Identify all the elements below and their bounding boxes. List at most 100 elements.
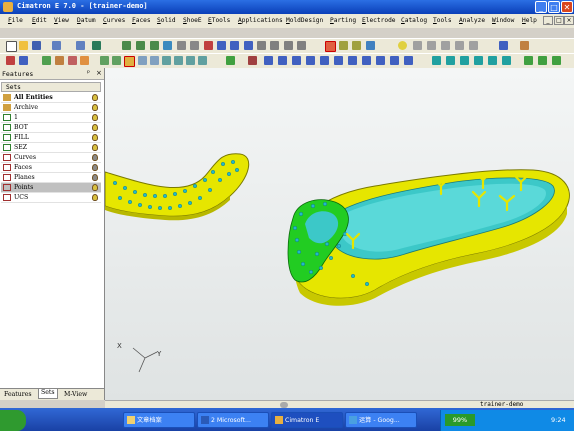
set-row-sez[interactable]: SEZ	[1, 143, 101, 153]
pin-icon[interactable]: ᵖ	[87, 69, 90, 77]
menu-tools[interactable]: Tools	[433, 17, 452, 24]
curve-extend-icon[interactable]	[362, 56, 371, 65]
circle-icon[interactable]	[138, 56, 147, 65]
menu-electrode[interactable]: Electrode	[362, 17, 396, 24]
set-row-bot[interactable]: BOT	[1, 123, 101, 133]
new-file-icon[interactable]	[6, 41, 17, 52]
menu-edit[interactable]: Edit	[32, 17, 47, 24]
fillet-icon[interactable]	[174, 56, 183, 65]
mdi-close-button[interactable]: ×	[564, 16, 574, 25]
minimize-button[interactable]: _	[535, 1, 547, 13]
zoom-all-icon[interactable]	[136, 41, 145, 50]
shell-icon[interactable]	[552, 56, 561, 65]
visibility-bulb-icon[interactable]	[92, 114, 98, 121]
zoom-icon[interactable]	[163, 41, 172, 50]
set-row-ucs[interactable]: UCS	[1, 193, 101, 203]
menu-solid[interactable]: Solid	[157, 17, 176, 24]
menu-shoee[interactable]: ShoeE	[183, 17, 202, 24]
menu-file[interactable]: File	[8, 17, 23, 24]
filter-icon[interactable]	[469, 41, 478, 50]
open-folder-icon[interactable]	[19, 41, 28, 50]
check-icon[interactable]	[226, 56, 235, 65]
set-row-1[interactable]: 1	[1, 113, 101, 123]
select-icon[interactable]	[6, 56, 15, 65]
filter-icon[interactable]	[55, 56, 64, 65]
revolve-icon[interactable]	[460, 56, 469, 65]
visibility-bulb-icon[interactable]	[92, 94, 98, 101]
glasses-icon[interactable]	[92, 41, 101, 50]
undo-icon[interactable]	[52, 41, 61, 50]
visibility-bulb-icon[interactable]	[92, 134, 98, 141]
curve-line-icon[interactable]	[278, 56, 287, 65]
set-row-points[interactable]: Points	[1, 183, 101, 193]
save-icon[interactable]	[32, 41, 41, 50]
menu-catalog[interactable]: Catalog	[401, 17, 427, 24]
color-icon[interactable]	[499, 41, 508, 50]
start-button[interactable]	[0, 410, 26, 431]
app-icon[interactable]	[3, 2, 13, 12]
set-row-archive[interactable]: Archive	[1, 103, 101, 113]
tab-m-view[interactable]: M-View	[62, 391, 89, 398]
section-icon[interactable]	[325, 41, 336, 52]
close-button[interactable]: ✕	[561, 1, 573, 13]
visibility-bulb-icon[interactable]	[92, 164, 98, 171]
tab-sets[interactable]: Sets	[38, 389, 58, 399]
pan-icon[interactable]	[150, 41, 159, 50]
set-row-curves[interactable]: Curves	[1, 153, 101, 163]
view-side-icon[interactable]	[230, 41, 239, 50]
menu-analyze[interactable]: Analyze	[459, 17, 485, 24]
set-row-faces[interactable]: Faces	[1, 163, 101, 173]
rotate-icon[interactable]	[177, 41, 186, 50]
menu-datum[interactable]: Datum	[77, 17, 96, 24]
menu-view[interactable]: View	[54, 17, 69, 24]
pick-icon[interactable]	[42, 56, 51, 65]
set-row-all-entities[interactable]: All Entities	[1, 93, 101, 103]
curve-break-icon[interactable]	[390, 56, 399, 65]
visibility-bulb-icon[interactable]	[92, 124, 98, 131]
shaded-icon[interactable]	[270, 41, 279, 50]
options-icon[interactable]	[366, 41, 375, 50]
curve-more-icon[interactable]	[404, 56, 413, 65]
menu-window[interactable]: Window	[492, 17, 514, 24]
blank-icon[interactable]	[441, 41, 450, 50]
maximize-button[interactable]: □	[548, 1, 560, 13]
hide-icon[interactable]	[413, 41, 422, 50]
query-icon[interactable]	[68, 56, 77, 65]
taskbar-button-cimatron[interactable]: Cimatron E	[271, 412, 343, 428]
set-row-fill[interactable]: FILL	[1, 133, 101, 143]
cross-icon[interactable]	[248, 56, 257, 65]
set-row-planes[interactable]: Planes	[1, 173, 101, 183]
view-front-icon[interactable]	[204, 41, 213, 50]
dot-icon[interactable]	[264, 56, 273, 65]
layers-icon[interactable]	[352, 41, 361, 50]
curve-arc-icon[interactable]	[292, 56, 301, 65]
boolean-icon[interactable]	[538, 56, 547, 65]
curve-trim-icon[interactable]	[348, 56, 357, 65]
render-icon[interactable]	[297, 41, 306, 50]
blend-icon[interactable]	[502, 56, 511, 65]
surface-icon[interactable]	[432, 56, 441, 65]
curve-divide-icon[interactable]	[376, 56, 385, 65]
battery-percent[interactable]: 99%	[445, 414, 475, 426]
menu-curves[interactable]: Curves	[103, 17, 125, 24]
panel-close-icon[interactable]: ×	[96, 69, 102, 77]
visibility-bulb-icon[interactable]	[92, 174, 98, 181]
show-icon[interactable]	[427, 41, 436, 50]
menu-molddesign[interactable]: MoldDesign	[286, 17, 323, 24]
view-top-icon[interactable]	[217, 41, 226, 50]
wireframe-icon[interactable]	[257, 41, 266, 50]
tab-features[interactable]: Features	[2, 391, 34, 398]
curve-spline-icon[interactable]	[320, 56, 329, 65]
visibility-bulb-icon[interactable]	[92, 154, 98, 161]
visibility-bulb-icon[interactable]	[92, 184, 98, 191]
unblank-icon[interactable]	[455, 41, 464, 50]
visibility-bulb-icon[interactable]	[92, 144, 98, 151]
menu-help[interactable]: Help	[522, 17, 537, 24]
clock[interactable]: 9:24	[551, 416, 566, 424]
solid-icon[interactable]	[524, 56, 533, 65]
visibility-bulb-icon[interactable]	[92, 104, 98, 111]
mdi-restore-button[interactable]: □	[554, 16, 564, 25]
measure-icon[interactable]	[80, 56, 89, 65]
curve-circle-icon[interactable]	[306, 56, 315, 65]
menu-faces[interactable]: Faces	[132, 17, 151, 24]
